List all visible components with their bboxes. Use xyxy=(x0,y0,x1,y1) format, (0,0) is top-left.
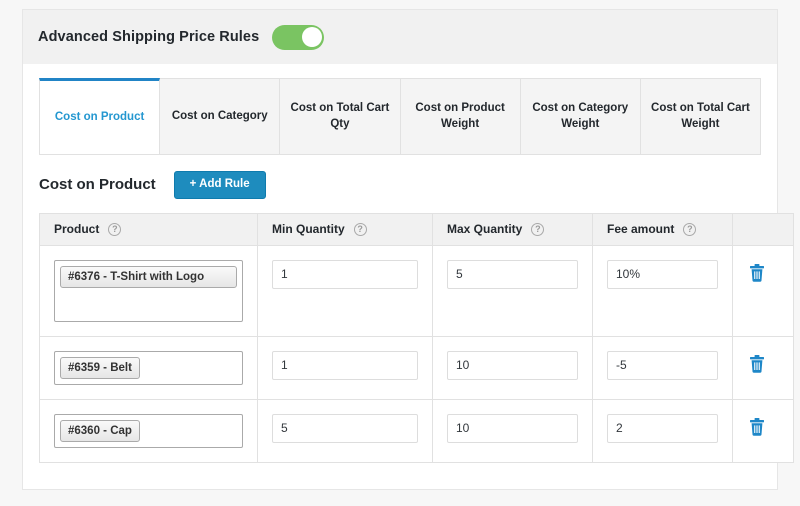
section-title: Cost on Product xyxy=(39,176,156,193)
tab-cost-on-product[interactable]: Cost on Product xyxy=(39,78,160,154)
tab-label: Cost on Total Cart Weight xyxy=(645,101,756,132)
trash-icon xyxy=(749,264,765,282)
product-select[interactable]: #6359 - Belt xyxy=(54,351,243,385)
column-header-fee-amount: Fee amount ? xyxy=(593,213,733,245)
toggle-knob xyxy=(302,27,322,47)
cell-actions xyxy=(733,336,794,399)
tab-cost-on-total-cart-qty[interactable]: Cost on Total Cart Qty xyxy=(280,78,400,154)
tab-label: Cost on Total Cart Qty xyxy=(284,101,395,132)
min-quantity-input[interactable] xyxy=(272,260,418,289)
tab-label: Cost on Category Weight xyxy=(525,101,636,132)
table-header: Product ? Min Quantity ? Max Quantity xyxy=(40,213,794,245)
column-header-actions xyxy=(733,213,794,245)
table-body: #6376 - T-Shirt with Logo xyxy=(40,245,794,463)
cell-min-quantity xyxy=(258,336,433,399)
delete-rule-button[interactable] xyxy=(747,353,767,375)
fee-amount-input[interactable] xyxy=(607,351,718,380)
help-icon[interactable]: ? xyxy=(354,223,367,236)
cell-fee-amount xyxy=(593,399,733,462)
column-header-product: Product ? xyxy=(40,213,258,245)
column-label: Min Quantity xyxy=(272,222,345,236)
tab-label: Cost on Product Weight xyxy=(405,101,516,132)
cell-max-quantity xyxy=(433,336,593,399)
tab-cost-on-product-weight[interactable]: Cost on Product Weight xyxy=(401,78,521,154)
cell-product: #6376 - T-Shirt with Logo xyxy=(40,245,258,336)
min-quantity-input[interactable] xyxy=(272,414,418,443)
delete-rule-button[interactable] xyxy=(747,262,767,284)
product-chip[interactable]: #6376 - T-Shirt with Logo xyxy=(60,266,237,288)
fee-amount-input[interactable] xyxy=(607,260,718,289)
page-root: Advanced Shipping Price Rules Cost on Pr… xyxy=(0,0,800,506)
cell-product: #6359 - Belt xyxy=(40,336,258,399)
table-row: #6376 - T-Shirt with Logo xyxy=(40,245,794,336)
panel-header: Advanced Shipping Price Rules xyxy=(22,9,778,64)
table-header-row: Product ? Min Quantity ? Max Quantity xyxy=(40,213,794,245)
help-icon[interactable]: ? xyxy=(531,223,544,236)
tab-cost-on-category[interactable]: Cost on Category xyxy=(160,78,280,154)
help-icon[interactable]: ? xyxy=(108,223,121,236)
help-icon[interactable]: ? xyxy=(683,223,696,236)
max-quantity-input[interactable] xyxy=(447,414,578,443)
cell-max-quantity xyxy=(433,245,593,336)
page-title: Advanced Shipping Price Rules xyxy=(38,29,259,45)
max-quantity-input[interactable] xyxy=(447,260,578,289)
add-rule-button[interactable]: + Add Rule xyxy=(174,171,266,199)
min-quantity-input[interactable] xyxy=(272,351,418,380)
column-header-min-quantity: Min Quantity ? xyxy=(258,213,433,245)
table-row: #6360 - Cap xyxy=(40,399,794,462)
cell-fee-amount xyxy=(593,336,733,399)
column-label: Max Quantity xyxy=(447,222,522,236)
rules-table: Product ? Min Quantity ? Max Quantity xyxy=(39,213,794,464)
tab-cost-on-total-cart-weight[interactable]: Cost on Total Cart Weight xyxy=(641,78,761,154)
cell-max-quantity xyxy=(433,399,593,462)
cell-fee-amount xyxy=(593,245,733,336)
cell-actions xyxy=(733,399,794,462)
panel-body: Cost on Product Cost on Category Cost on… xyxy=(22,64,778,490)
column-header-max-quantity: Max Quantity ? xyxy=(433,213,593,245)
cell-min-quantity xyxy=(258,245,433,336)
column-label: Fee amount xyxy=(607,222,674,236)
tab-label: Cost on Product xyxy=(55,110,144,126)
trash-icon xyxy=(749,355,765,373)
column-label: Product xyxy=(54,222,99,236)
product-select[interactable]: #6360 - Cap xyxy=(54,414,243,448)
tab-label: Cost on Category xyxy=(172,109,268,125)
table-row: #6359 - Belt xyxy=(40,336,794,399)
product-chip[interactable]: #6360 - Cap xyxy=(60,420,140,442)
product-select[interactable]: #6376 - T-Shirt with Logo xyxy=(54,260,243,322)
tab-cost-on-category-weight[interactable]: Cost on Category Weight xyxy=(521,78,641,154)
enable-toggle[interactable] xyxy=(272,25,324,50)
product-chip[interactable]: #6359 - Belt xyxy=(60,357,140,379)
cell-min-quantity xyxy=(258,399,433,462)
fee-amount-input[interactable] xyxy=(607,414,718,443)
section-bar: Cost on Product + Add Rule xyxy=(23,155,777,213)
trash-icon xyxy=(749,418,765,436)
delete-rule-button[interactable] xyxy=(747,416,767,438)
cell-actions xyxy=(733,245,794,336)
max-quantity-input[interactable] xyxy=(447,351,578,380)
tab-bar: Cost on Product Cost on Category Cost on… xyxy=(39,78,761,155)
cell-product: #6360 - Cap xyxy=(40,399,258,462)
